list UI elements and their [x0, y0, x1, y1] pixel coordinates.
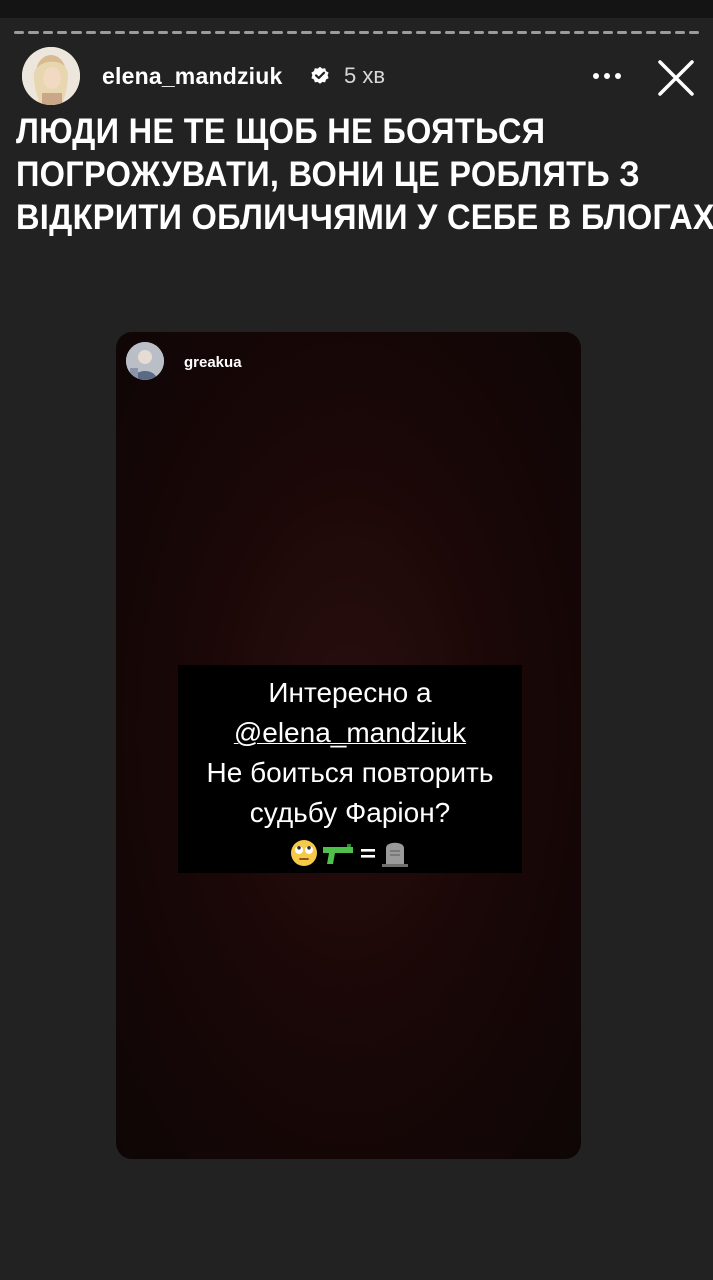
headline-line: ПОГРОЖУВАТИ, ВОНИ ЦЕ РОБЛЯТЬ З	[16, 155, 640, 194]
quote-line: Интересно а	[268, 677, 432, 708]
username[interactable]: elena_mandziuk	[102, 63, 282, 90]
quote-line: Не боиться повторить	[206, 757, 494, 788]
shared-story-card[interactable]: greakua Интересно а @elena_mandziuk Не б…	[116, 332, 581, 1159]
story-viewer[interactable]: elena_mandziuk 5 хв ЛЮДИ НЕ ТЕ ЩОБ НЕ БО…	[0, 0, 713, 1280]
shared-story-username: greakua	[184, 354, 242, 371]
shared-story-avatar	[126, 342, 164, 380]
quote-box: Интересно а @elena_mandziuk Не боиться п…	[178, 665, 522, 873]
more-horizontal-icon[interactable]	[588, 61, 628, 91]
post-time: 5 хв	[344, 63, 386, 88]
quote-line: судьбу Фаріон?	[249, 797, 451, 828]
verified-badge-icon	[311, 66, 329, 84]
story-header: elena_mandziuk 5 хв	[22, 47, 702, 107]
headline-line: ВІДКРИТИ ОБЛИЧЧЯМИ У СЕБЕ В БЛОГАХ	[16, 198, 713, 237]
equals-icon	[361, 849, 375, 858]
water-pistol-icon	[323, 844, 353, 864]
face-with-rolling-eyes-icon	[291, 840, 317, 866]
mention-link[interactable]: @elena_mandziuk	[178, 713, 522, 753]
close-icon[interactable]	[656, 58, 696, 98]
emoji-row	[178, 835, 522, 871]
headstone-icon	[382, 842, 408, 867]
story-progress-bar	[14, 31, 700, 34]
headline-line: ЛЮДИ НЕ ТЕ ЩОБ НЕ БОЯТЬСЯ	[16, 112, 546, 151]
status-bar-area	[0, 0, 713, 18]
avatar[interactable]	[22, 47, 80, 105]
story-headline: ЛЮДИ НЕ ТЕ ЩОБ НЕ БОЯТЬСЯ ПОГРОЖУВАТИ, В…	[16, 110, 713, 239]
